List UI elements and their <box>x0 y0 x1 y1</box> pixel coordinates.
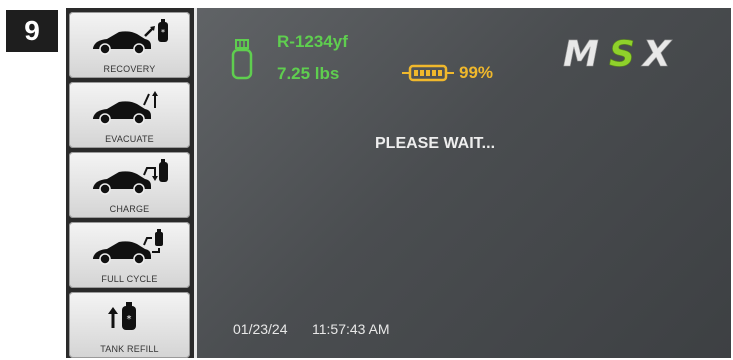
charge-icon <box>93 159 168 195</box>
svg-text:S: S <box>609 38 635 72</box>
refrigerant-type: R-1234yf <box>277 32 348 51</box>
svg-text:X: X <box>641 38 673 72</box>
recovery-label: RECOVERY <box>103 64 156 74</box>
evacuate-label: EVACUATE <box>105 134 154 144</box>
charge-label: CHARGE <box>109 204 150 214</box>
battery-icon <box>402 64 454 82</box>
svg-text:*: * <box>127 314 132 325</box>
msx-logo: M S X <box>563 38 673 72</box>
recovery-icon: * <box>93 19 168 55</box>
sidebar: * RECOVERY EVACUATE CHARGE FULL CYCLE * … <box>66 8 194 358</box>
current-time: 11:57:43 AM <box>312 321 390 337</box>
full-cycle-icon <box>93 229 163 265</box>
status-message: PLEASE WAIT... <box>375 135 496 152</box>
main-screen: R-1234yf 7.25 lbs 99% M S X PLEASE WAIT.… <box>197 8 731 358</box>
tank-refill-icon: * <box>108 302 136 330</box>
tank-refill-button[interactable]: * TANK REFILL <box>69 292 190 358</box>
charge-button[interactable]: CHARGE <box>69 152 190 218</box>
tank-refill-label: TANK REFILL <box>100 344 159 354</box>
refrigerant-tank-icon <box>231 39 253 80</box>
full-cycle-label: FULL CYCLE <box>101 274 158 284</box>
evacuate-icon <box>93 91 158 125</box>
evacuate-button[interactable]: EVACUATE <box>69 82 190 148</box>
full-cycle-button[interactable]: FULL CYCLE <box>69 222 190 288</box>
battery-percentage: 99% <box>459 63 494 82</box>
step-number-badge: 9 <box>6 10 58 52</box>
svg-text:M: M <box>563 38 599 72</box>
device-frame: * RECOVERY EVACUATE CHARGE FULL CYCLE * … <box>66 8 731 358</box>
svg-text:*: * <box>161 28 165 37</box>
refrigerant-weight: 7.25 lbs <box>277 64 340 83</box>
recovery-button[interactable]: * RECOVERY <box>69 12 190 78</box>
current-date: 01/23/24 <box>233 321 288 337</box>
